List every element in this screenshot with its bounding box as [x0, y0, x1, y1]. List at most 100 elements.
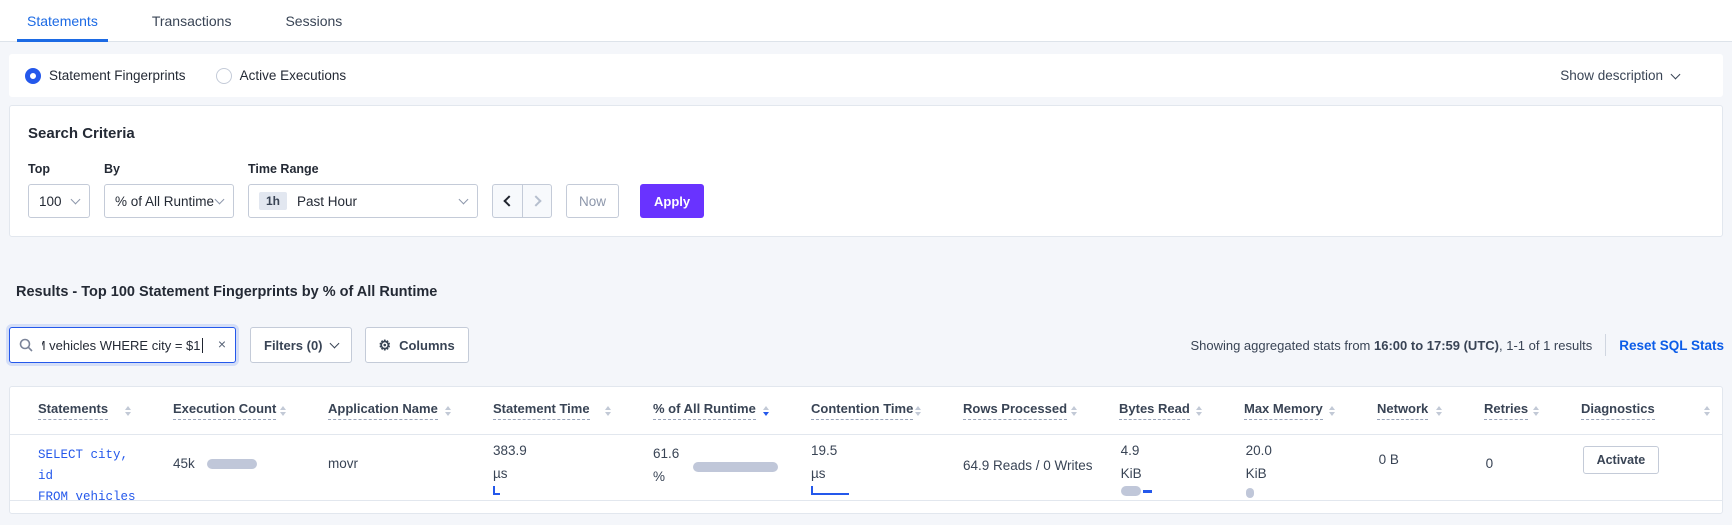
sort-icon[interactable]: [1196, 405, 1202, 416]
top-tab-bar: Statements Transactions Sessions: [0, 0, 1732, 42]
tab-sessions[interactable]: Sessions: [281, 0, 346, 41]
sort-icon[interactable]: [1071, 405, 1077, 416]
apply-button[interactable]: Apply: [640, 184, 705, 218]
time-range-label: Time Range: [248, 162, 319, 176]
sort-icon[interactable]: [125, 405, 131, 416]
contention-time-unit: µs: [811, 466, 826, 481]
cell-network: 0 B: [1351, 435, 1458, 467]
application-name-value: movr: [328, 456, 358, 471]
chevron-down-icon: [70, 194, 81, 205]
stats-prefix: Showing aggregated stats from: [1190, 337, 1374, 353]
column-header-statement-time[interactable]: Statement Time: [465, 401, 625, 420]
stats-suffix: , 1-1 of 1 results: [1498, 337, 1593, 353]
radio-unselected-icon[interactable]: [215, 67, 232, 84]
column-header-label: Application Name: [328, 401, 438, 420]
tab-transactions[interactable]: Transactions: [148, 0, 236, 41]
show-description-toggle[interactable]: Show description: [1560, 68, 1707, 83]
column-header-label: Diagnostics: [1581, 401, 1655, 420]
next-time-range-button[interactable]: [522, 184, 552, 218]
columns-button[interactable]: ⚙ Columns: [364, 327, 469, 363]
chevron-down-icon: [1670, 69, 1681, 79]
search-input-value: y, id FROM vehicles WHERE city = $1: [42, 337, 201, 353]
view-mode-strip: Statement Fingerprints Active Executions…: [9, 54, 1723, 97]
radio-active-executions-label: Active Executions: [239, 68, 347, 83]
sort-icon[interactable]: [1329, 405, 1335, 416]
cell-bytes-read: 4.9 KiB: [1093, 435, 1218, 496]
activate-diagnostics-button[interactable]: Activate: [1582, 446, 1660, 474]
by-label: By: [104, 162, 120, 176]
column-header-contention-time[interactable]: Contention Time: [783, 401, 935, 420]
statement-line-1: SELECT city, id: [38, 448, 129, 483]
cell-contention-time: 19.5 µs: [783, 435, 935, 495]
radio-active-executions[interactable]: Active Executions: [215, 67, 347, 84]
top-select[interactable]: 100: [28, 184, 90, 218]
column-header-application-name[interactable]: Application Name: [300, 401, 465, 420]
cell-execution-count: 45k: [145, 435, 300, 471]
cell-retries: 0: [1458, 435, 1555, 471]
sort-icon[interactable]: [605, 405, 611, 416]
aggregated-stats-text: Showing aggregated stats from 16:00 to 1…: [1190, 338, 1592, 353]
chevron-left-icon: [503, 195, 515, 207]
column-header-pct-all-runtime[interactable]: % of All Runtime: [625, 401, 783, 420]
search-criteria-title: Search Criteria: [28, 125, 135, 142]
runtime-pct-unit: %: [653, 469, 666, 484]
column-header-label: Contention Time: [811, 401, 914, 420]
column-header-label: Statements: [38, 401, 109, 420]
statement-time-unit: µs: [493, 466, 508, 481]
chevron-down-icon: [214, 194, 225, 205]
column-header-rows-processed[interactable]: Rows Processed: [935, 401, 1091, 420]
column-header-retries[interactable]: Retries: [1456, 401, 1553, 420]
reset-sql-stats-link[interactable]: Reset SQL Stats: [1619, 338, 1724, 353]
sort-icon[interactable]: [1533, 405, 1539, 416]
cell-statement-time: 383.9 µs: [465, 435, 625, 495]
bytes-read-unit: KiB: [1120, 466, 1142, 481]
column-header-network[interactable]: Network: [1349, 401, 1456, 420]
column-header-execution-count[interactable]: Execution Count: [145, 401, 300, 420]
clear-search-icon[interactable]: ×: [214, 336, 226, 352]
chevron-down-icon: [458, 194, 469, 205]
runtime-pct-bar: [693, 462, 779, 472]
statement-search-input[interactable]: y, id FROM vehicles WHERE city = $1 ×: [9, 327, 236, 363]
contention-time-value: 19.5: [811, 443, 838, 458]
sort-icon[interactable]: [915, 405, 921, 416]
column-header-bytes-read[interactable]: Bytes Read: [1091, 401, 1216, 420]
statement-time-value: 383.9: [493, 443, 527, 458]
column-header-label: % of All Runtime: [653, 401, 756, 420]
by-select[interactable]: % of All Runtime: [104, 184, 234, 218]
max-memory-unit: KiB: [1245, 466, 1267, 481]
vertical-divider: [1605, 334, 1607, 356]
filters-button[interactable]: Filters (0): [250, 327, 352, 363]
now-button[interactable]: Now: [566, 184, 620, 218]
column-header-max-memory[interactable]: Max Memory: [1216, 401, 1349, 420]
time-range-pager: [492, 184, 552, 218]
sort-icon[interactable]: [280, 405, 286, 416]
radio-statement-fingerprints[interactable]: Statement Fingerprints: [25, 67, 186, 84]
tab-statements[interactable]: Statements: [17, 0, 108, 42]
time-range-badge: 1h: [259, 192, 288, 210]
sort-icon[interactable]: [445, 405, 451, 416]
column-header-label: Network: [1377, 401, 1429, 420]
radio-selected-icon[interactable]: [25, 67, 41, 84]
columns-button-label: Columns: [399, 337, 455, 353]
search-input-value-wrap: y, id FROM vehicles WHERE city = $1: [42, 328, 203, 362]
previous-time-range-button[interactable]: [492, 184, 522, 218]
statement-link[interactable]: SELECT city, id FROM vehicles: [38, 445, 145, 508]
column-header-diagnostics[interactable]: Diagnostics: [1553, 401, 1724, 420]
chevron-down-icon: [329, 338, 339, 349]
column-header-label: Statement Time: [493, 401, 590, 420]
sort-icon-active-desc[interactable]: [763, 405, 769, 416]
toolbar-right: Showing aggregated stats from 16:00 to 1…: [1190, 334, 1724, 356]
show-description-label: Show description: [1560, 68, 1663, 83]
execution-count-value: 45k: [173, 456, 195, 471]
cell-max-memory: 20.0 KiB: [1218, 435, 1351, 501]
execution-count-bar: [206, 458, 257, 469]
column-header-label: Retries: [1484, 401, 1529, 420]
filters-button-label: Filters (0): [264, 337, 323, 353]
sort-icon[interactable]: [1436, 405, 1442, 416]
cell-statement-fingerprint: SELECT city, id FROM vehicles: [10, 435, 145, 508]
column-header-label: Bytes Read: [1119, 401, 1190, 420]
sort-icon[interactable]: [1704, 405, 1710, 416]
column-header-statements[interactable]: Statements: [10, 401, 145, 420]
runtime-pct-value: 61.6: [653, 446, 680, 461]
time-range-select[interactable]: 1h Past Hour: [248, 184, 478, 218]
